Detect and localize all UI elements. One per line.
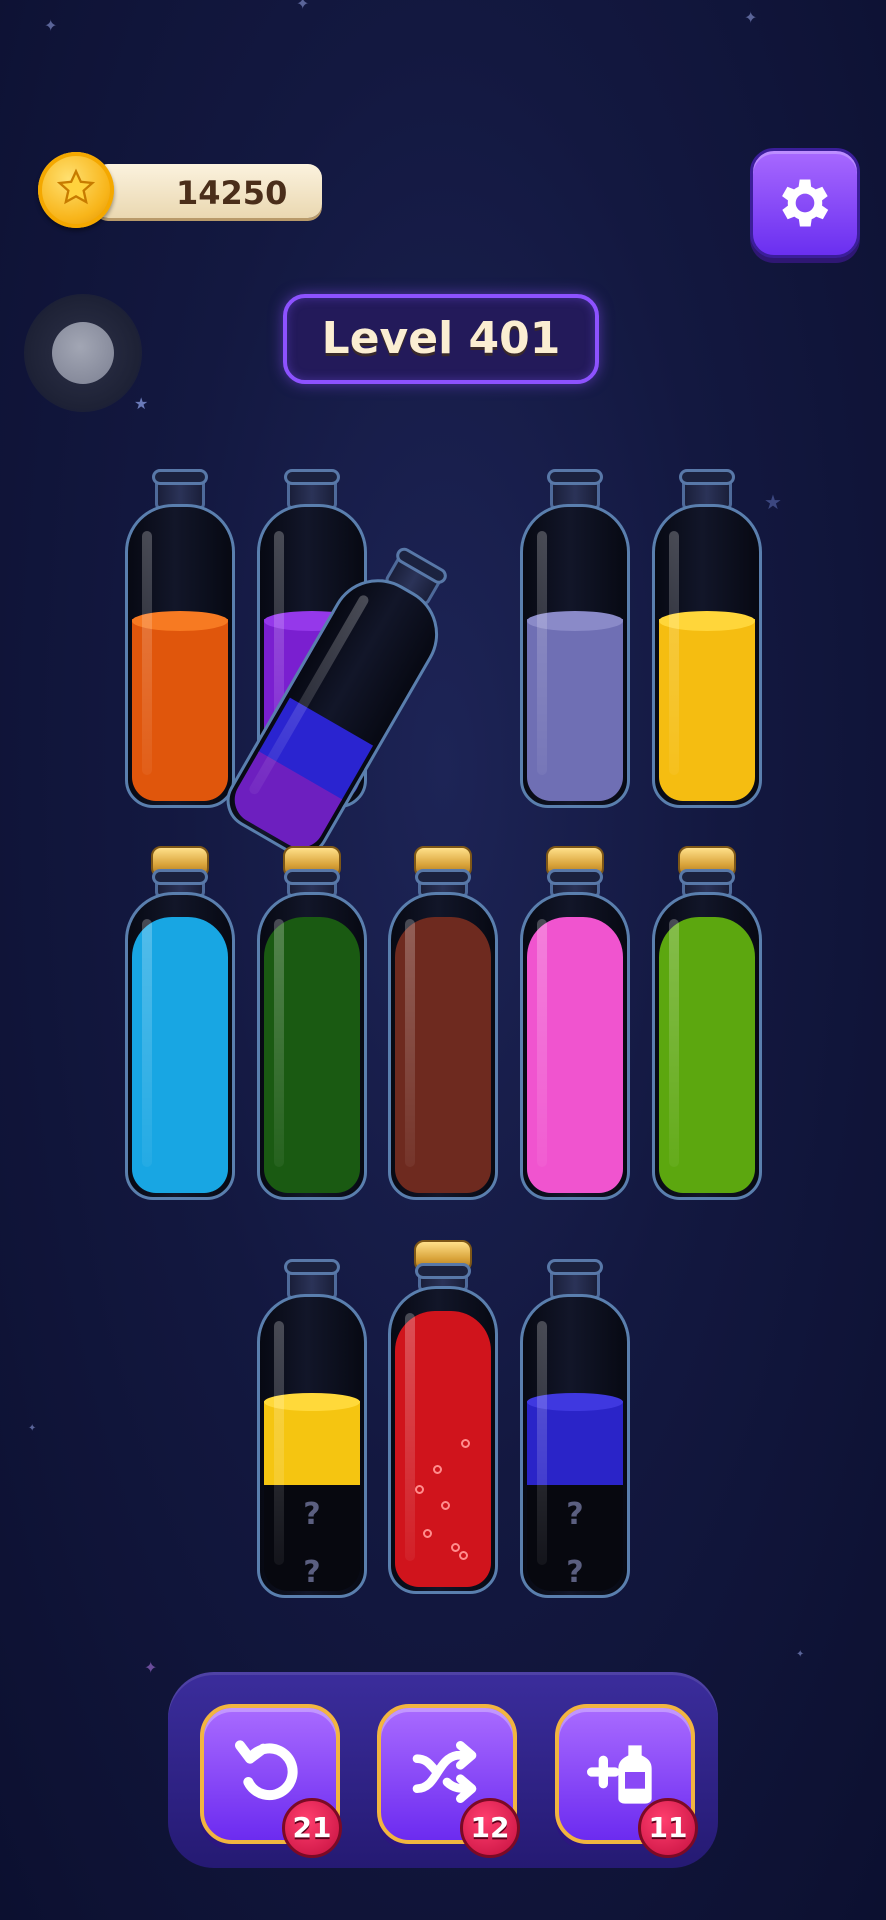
bottle-pink[interactable]: [520, 846, 630, 1202]
bottle-orange[interactable]: [125, 469, 235, 808]
bubble: [441, 1501, 450, 1510]
level-banner: Level 401: [283, 294, 599, 384]
bottle-yellow[interactable]: [652, 469, 762, 808]
bottle-brown[interactable]: [388, 846, 498, 1202]
level-label: Level 401: [321, 313, 561, 364]
star-decoration: ✦: [28, 1423, 37, 1434]
star-decoration: ✦: [144, 1658, 158, 1677]
bubble: [459, 1551, 468, 1560]
bottle-blue-hidden[interactable]: ? ?: [520, 1259, 630, 1598]
undo-count-badge: 21: [282, 1798, 342, 1858]
coin-pill: 14250: [94, 164, 322, 218]
coin-value: 14250: [176, 174, 288, 212]
star-decoration: ★: [134, 394, 149, 413]
add-bottle-count-badge: 11: [638, 1798, 698, 1858]
add-bottle-icon: [587, 1745, 652, 1804]
floating-record-button[interactable]: [24, 294, 142, 412]
bubble: [423, 1529, 432, 1538]
shuffle-count-badge: 12: [460, 1798, 520, 1858]
bottle-green[interactable]: [257, 846, 367, 1202]
bubble: [451, 1543, 460, 1552]
bottle-cyan[interactable]: [125, 846, 235, 1202]
bottle-lime[interactable]: [652, 846, 762, 1202]
gear-icon: [782, 179, 829, 227]
star-decoration: ✦: [44, 16, 58, 35]
record-dot-icon: [52, 322, 114, 384]
bubble: [415, 1485, 424, 1494]
star-coin-icon: [38, 152, 114, 228]
bubble: [461, 1439, 470, 1448]
star-decoration: ✦: [796, 1649, 805, 1660]
coin-counter: 14250: [38, 152, 322, 228]
settings-button[interactable]: [750, 148, 860, 258]
shuffle-icon: [412, 1741, 477, 1803]
bottle-red[interactable]: [388, 1240, 498, 1598]
star-decoration: ★: [764, 490, 782, 514]
star-decoration: ✦: [296, 0, 310, 13]
star-decoration: ✦: [744, 8, 758, 27]
bottle-yellow-hidden[interactable]: ? ?: [257, 1259, 367, 1598]
bottle-lavender[interactable]: [520, 469, 630, 808]
bubble: [433, 1465, 442, 1474]
bottle-tilted[interactable]: [214, 532, 474, 867]
